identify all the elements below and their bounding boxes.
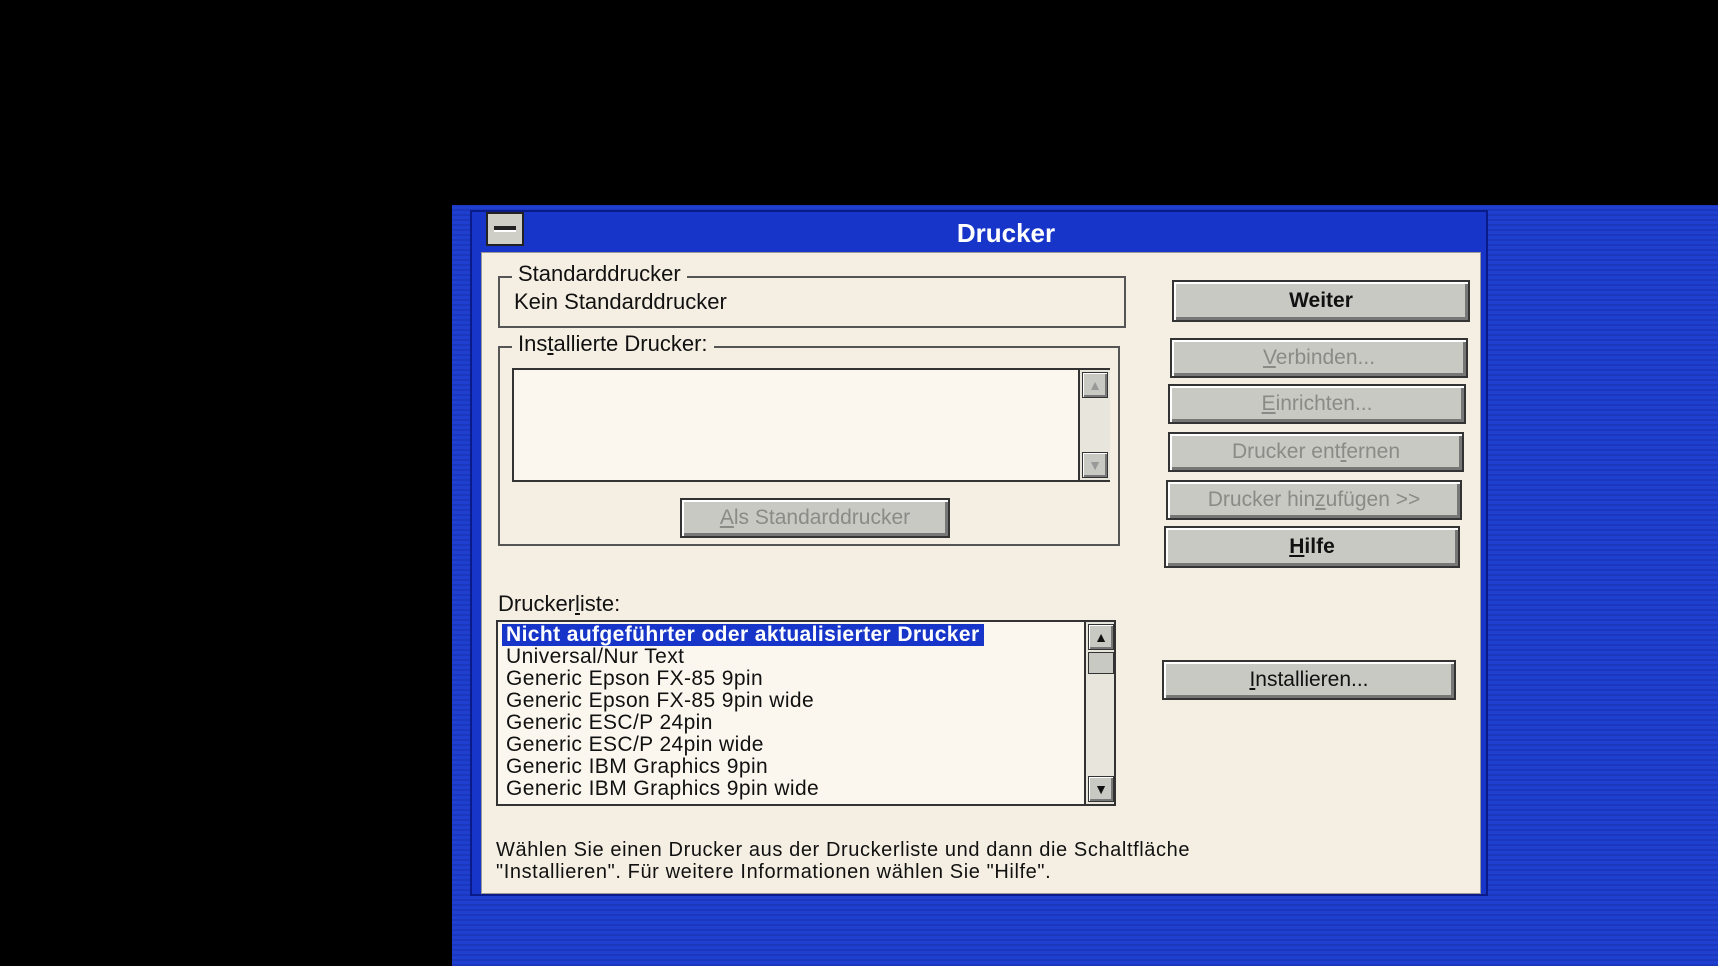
help-text-line-1: Wählen Sie einen Drucker aus der Drucker…	[496, 839, 1191, 861]
scroll-up-icon[interactable]: ▲	[1088, 624, 1114, 650]
installed-printers-label: Installierte Drucker:	[512, 332, 714, 356]
installed-list-scrollbar[interactable]: ▲ ▼	[1078, 370, 1110, 480]
hilfe-button[interactable]: Hilfe	[1164, 526, 1460, 568]
scroll-up-icon[interactable]: ▲	[1082, 372, 1108, 398]
help-text-line-2: "Installieren". Für weitere Informatione…	[496, 861, 1052, 883]
drucker-entfernen-button[interactable]: Drucker entfernen	[1168, 432, 1464, 472]
verbinden-button[interactable]: Verbinden...	[1170, 338, 1468, 378]
list-item[interactable]: Generic IBM Graphics 9pin wide	[502, 778, 823, 800]
drucker-hinzufuegen-button[interactable]: Drucker hinzufügen >>	[1166, 480, 1462, 520]
einrichten-button[interactable]: Einrichten...	[1168, 384, 1466, 424]
default-printer-value: Kein Standarddrucker	[514, 289, 727, 314]
printer-list-label: Druckerliste:	[498, 591, 621, 616]
list-item[interactable]: Generic Epson FX-85 9pin	[502, 668, 767, 690]
list-item[interactable]: Generic Epson FX-85 9pin wide	[502, 690, 818, 712]
scroll-down-icon[interactable]: ▼	[1088, 776, 1114, 802]
system-menu-icon[interactable]	[486, 212, 524, 246]
list-item[interactable]: Generic IBM Graphics 9pin	[502, 756, 772, 778]
list-item[interactable]: Nicht aufgeführter oder aktualisierter D…	[502, 624, 984, 646]
list-item[interactable]: Generic ESC/P 24pin wide	[502, 734, 768, 756]
set-default-button[interactable]: Als Standarddrucker	[680, 498, 950, 538]
list-item[interactable]: Generic ESC/P 24pin	[502, 712, 717, 734]
installed-printers-list[interactable]: ▲ ▼	[512, 368, 1110, 482]
installieren-button[interactable]: Installieren...	[1162, 660, 1456, 700]
list-item[interactable]: Universal/Nur Text	[502, 646, 688, 668]
printer-list[interactable]: Nicht aufgeführter oder aktualisierter D…	[496, 620, 1116, 806]
weiter-button[interactable]: Weiter	[1172, 280, 1470, 322]
window-title: Drucker	[526, 215, 1486, 251]
printer-list-scrollbar[interactable]: ▲ ▼	[1084, 622, 1114, 804]
scroll-thumb[interactable]	[1088, 652, 1114, 674]
default-printer-label: Standarddrucker	[512, 262, 687, 286]
scroll-down-icon[interactable]: ▼	[1082, 452, 1108, 478]
